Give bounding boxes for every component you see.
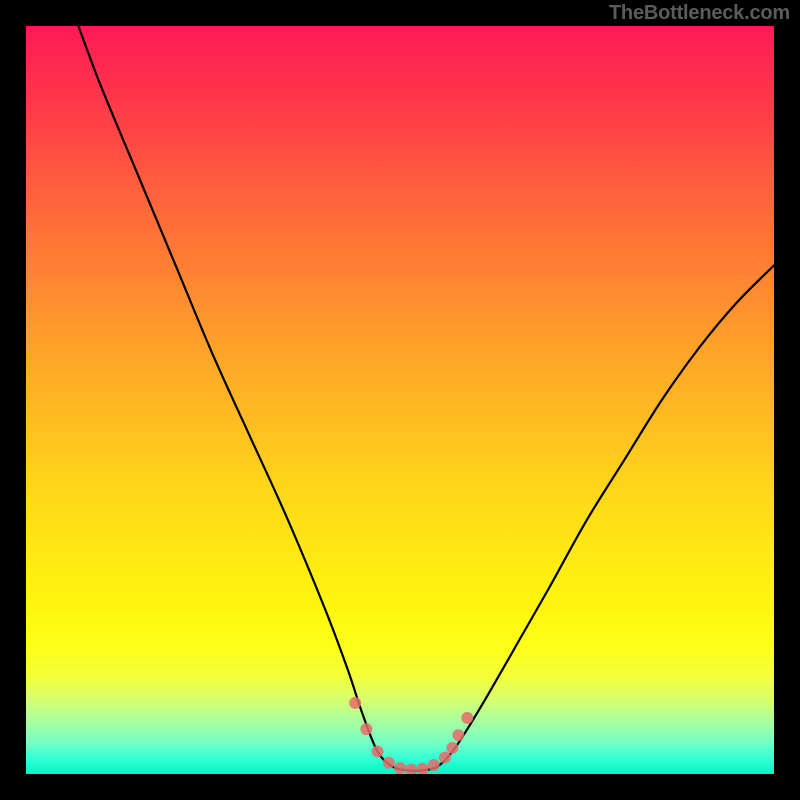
highlight-dot xyxy=(372,746,384,758)
highlight-dot xyxy=(428,759,440,771)
highlight-dot xyxy=(416,763,428,774)
highlight-dot xyxy=(349,697,361,709)
highlight-dot xyxy=(439,752,451,764)
highlight-dot xyxy=(405,764,417,774)
watermark-text: TheBottleneck.com xyxy=(609,2,790,25)
highlight-dot xyxy=(360,723,372,735)
highlight-dot xyxy=(461,712,473,724)
highlight-dot xyxy=(452,729,464,741)
bottleneck-curve xyxy=(78,26,774,771)
highlight-dot xyxy=(394,762,406,774)
chart-curve-svg xyxy=(26,26,774,774)
highlight-dot xyxy=(383,757,395,769)
chart-plot-area xyxy=(26,26,774,774)
highlight-dot xyxy=(446,742,458,754)
chart-frame: TheBottleneck.com xyxy=(0,0,800,800)
highlight-dots xyxy=(349,697,473,774)
